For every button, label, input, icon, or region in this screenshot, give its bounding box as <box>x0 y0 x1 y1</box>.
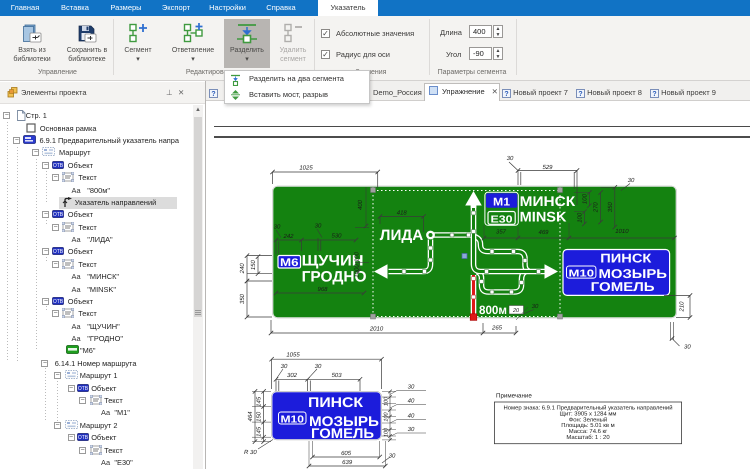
svg-text:100: 100 <box>581 193 588 204</box>
svg-text:30: 30 <box>389 453 396 460</box>
svg-text:605: 605 <box>341 450 352 457</box>
svg-text:100: 100 <box>576 212 583 223</box>
svg-text:М6: М6 <box>280 257 299 269</box>
svg-text:М10: М10 <box>569 269 595 280</box>
svg-text:30: 30 <box>281 363 288 370</box>
svg-text:ПИНСК: ПИНСК <box>600 251 651 266</box>
svg-text:Масштаб: 1 : 20: Масштаб: 1 : 20 <box>566 434 610 441</box>
svg-text:1010: 1010 <box>615 228 629 235</box>
svg-text:1025: 1025 <box>299 165 313 172</box>
svg-text:100: 100 <box>384 427 390 437</box>
svg-text:ОТВ: ОТВ <box>53 249 64 255</box>
svg-text:М10: М10 <box>281 415 305 426</box>
svg-text:469: 469 <box>538 229 549 236</box>
svg-text:800м: 800м <box>479 303 507 317</box>
svg-text:ОТВ: ОТВ <box>77 435 88 441</box>
svg-text:R 30: R 30 <box>244 449 257 456</box>
svg-text:210: 210 <box>679 301 686 313</box>
svg-text:100: 100 <box>384 396 390 406</box>
svg-text:150: 150 <box>256 411 263 422</box>
svg-text:400: 400 <box>357 199 364 210</box>
svg-text:ОТВ: ОТВ <box>53 212 64 218</box>
svg-text:503: 503 <box>332 372 343 379</box>
svg-text:968: 968 <box>317 286 328 293</box>
svg-text:Е30: Е30 <box>491 214 513 225</box>
svg-text:639: 639 <box>342 459 353 466</box>
svg-text:302: 302 <box>287 372 298 379</box>
svg-text:30: 30 <box>507 155 514 162</box>
svg-text:30: 30 <box>408 384 415 391</box>
svg-text:529: 529 <box>542 164 553 171</box>
svg-text:30: 30 <box>408 426 415 433</box>
svg-text:530: 530 <box>331 233 342 240</box>
svg-text:30: 30 <box>315 363 322 370</box>
svg-text:464: 464 <box>247 411 254 422</box>
svg-text:30: 30 <box>628 177 635 184</box>
svg-text:418: 418 <box>397 210 408 217</box>
svg-text:МИНСК: МИНСК <box>520 193 576 209</box>
svg-text:100: 100 <box>354 251 361 262</box>
svg-text:30: 30 <box>315 223 322 230</box>
svg-text:150: 150 <box>250 259 257 270</box>
svg-text:242: 242 <box>282 233 294 240</box>
svg-text:30: 30 <box>274 224 281 231</box>
svg-text:40: 40 <box>408 413 415 420</box>
svg-text:ЛИДА: ЛИДА <box>380 227 424 244</box>
svg-text:357: 357 <box>496 229 507 236</box>
svg-text:350: 350 <box>239 293 246 304</box>
svg-text:Примечание: Примечание <box>496 393 532 400</box>
svg-text:ГОМЕЛЬ: ГОМЕЛЬ <box>311 425 374 441</box>
svg-text:ОТВ: ОТВ <box>53 299 64 305</box>
svg-text:ПИНСК: ПИНСК <box>308 394 364 410</box>
svg-text:145: 145 <box>256 396 263 407</box>
svg-text:20: 20 <box>512 308 520 314</box>
svg-text:145: 145 <box>256 426 263 437</box>
svg-text:40: 40 <box>408 398 415 405</box>
svg-text:30: 30 <box>684 344 691 351</box>
svg-text:350: 350 <box>607 202 614 213</box>
svg-text:270: 270 <box>593 202 600 214</box>
svg-text:MINSK: MINSK <box>520 208 567 224</box>
svg-text:ОТВ: ОТВ <box>53 162 64 168</box>
svg-text:М1: М1 <box>493 197 510 209</box>
svg-text:30: 30 <box>532 303 539 310</box>
svg-text:1055: 1055 <box>286 352 300 359</box>
svg-text:2010: 2010 <box>369 326 384 333</box>
svg-text:265: 265 <box>491 325 503 332</box>
svg-text:240: 240 <box>239 263 246 275</box>
svg-text:ОТВ: ОТВ <box>77 385 88 391</box>
svg-text:100: 100 <box>384 411 390 421</box>
svg-text:ГОМЕЛЬ: ГОМЕЛЬ <box>591 279 655 294</box>
